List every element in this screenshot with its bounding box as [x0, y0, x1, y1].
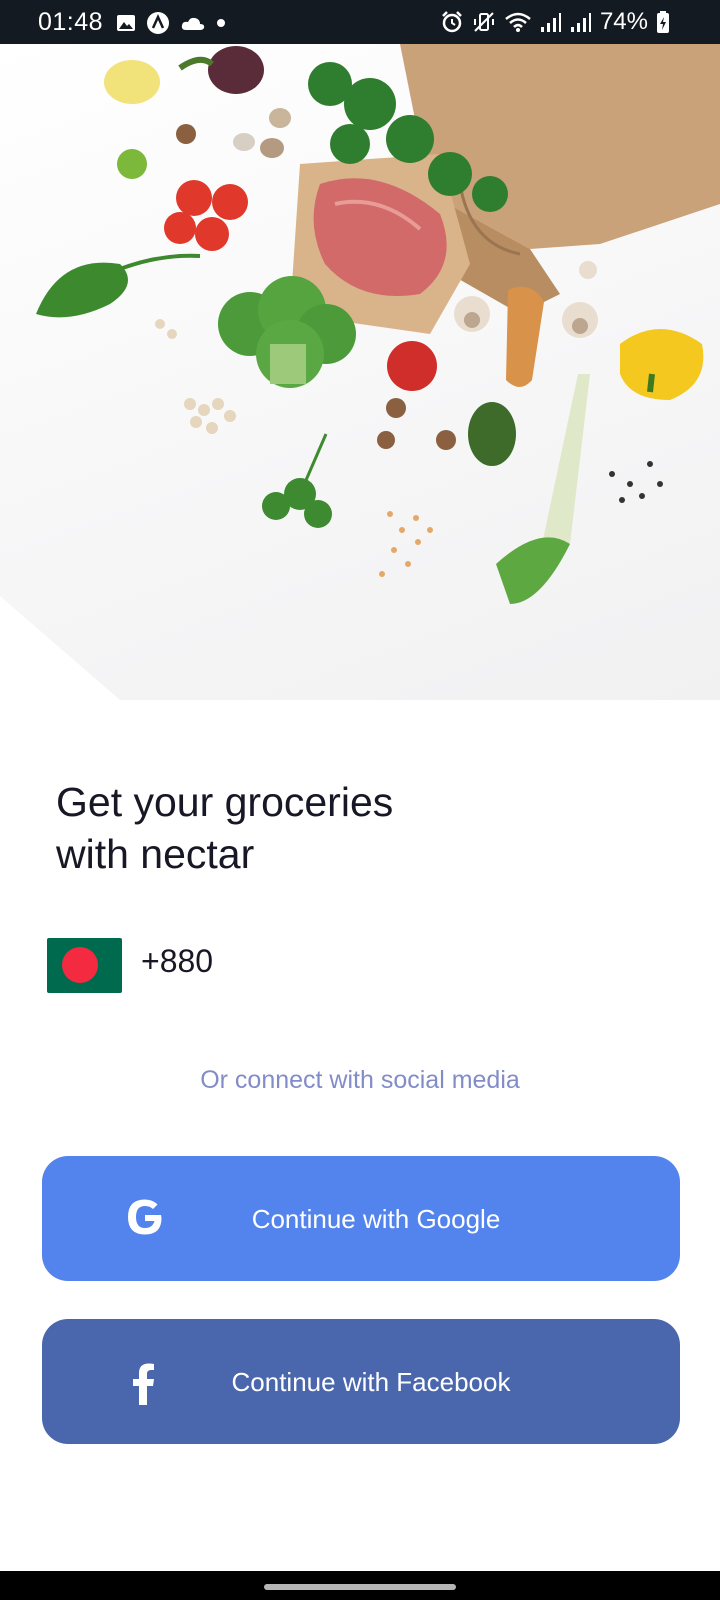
signal-icon	[570, 13, 591, 32]
status-bar: 01:48 74%	[0, 0, 720, 44]
signal-icon	[540, 13, 561, 32]
spinach-leaf	[36, 262, 128, 318]
google-button-label: Continue with Google	[251, 1204, 501, 1234]
title-line-1: Get your groceries	[56, 779, 394, 825]
tomatoes	[164, 180, 248, 251]
cloud-icon	[181, 17, 205, 30]
battery-icon	[657, 11, 669, 33]
apple	[387, 341, 437, 391]
eggplant	[208, 46, 264, 94]
flag-disc	[62, 947, 98, 983]
avocado	[468, 402, 516, 466]
wifi-icon	[505, 12, 531, 32]
home-gesture-handle[interactable]	[264, 1584, 456, 1590]
parsley	[262, 433, 332, 528]
app-icon	[147, 12, 169, 34]
leek	[540, 374, 590, 554]
bread	[506, 286, 544, 387]
vibrate-icon	[473, 12, 494, 32]
status-time: 01:48	[38, 8, 104, 36]
title-line-2: with nectar	[56, 831, 255, 877]
status-right: 74%	[440, 8, 670, 36]
bangladesh-flag-icon[interactable]	[47, 938, 122, 993]
phone-country-code[interactable]: +880	[141, 943, 213, 980]
hero-groceries-image	[0, 44, 720, 700]
continue-with-facebook-button[interactable]: Continue with Facebook	[42, 1319, 680, 1444]
dot-icon	[217, 19, 225, 27]
social-media-label: Or connect with social media	[200, 1066, 520, 1094]
status-left-icons	[116, 11, 226, 35]
groceries-illustration	[0, 44, 720, 700]
page-title: Get your groceries with nectar	[56, 776, 556, 880]
lime	[117, 149, 147, 179]
battery-percent: 74%	[599, 8, 648, 35]
continue-with-google-button[interactable]: Continue with Google	[42, 1156, 680, 1281]
alarm-icon	[442, 11, 462, 33]
yellow-pepper	[620, 329, 704, 400]
system-navigation-bar	[0, 1571, 720, 1600]
facebook-button-label: Continue with Facebook	[231, 1367, 511, 1397]
gallery-icon	[117, 15, 135, 31]
lemon	[104, 60, 160, 104]
